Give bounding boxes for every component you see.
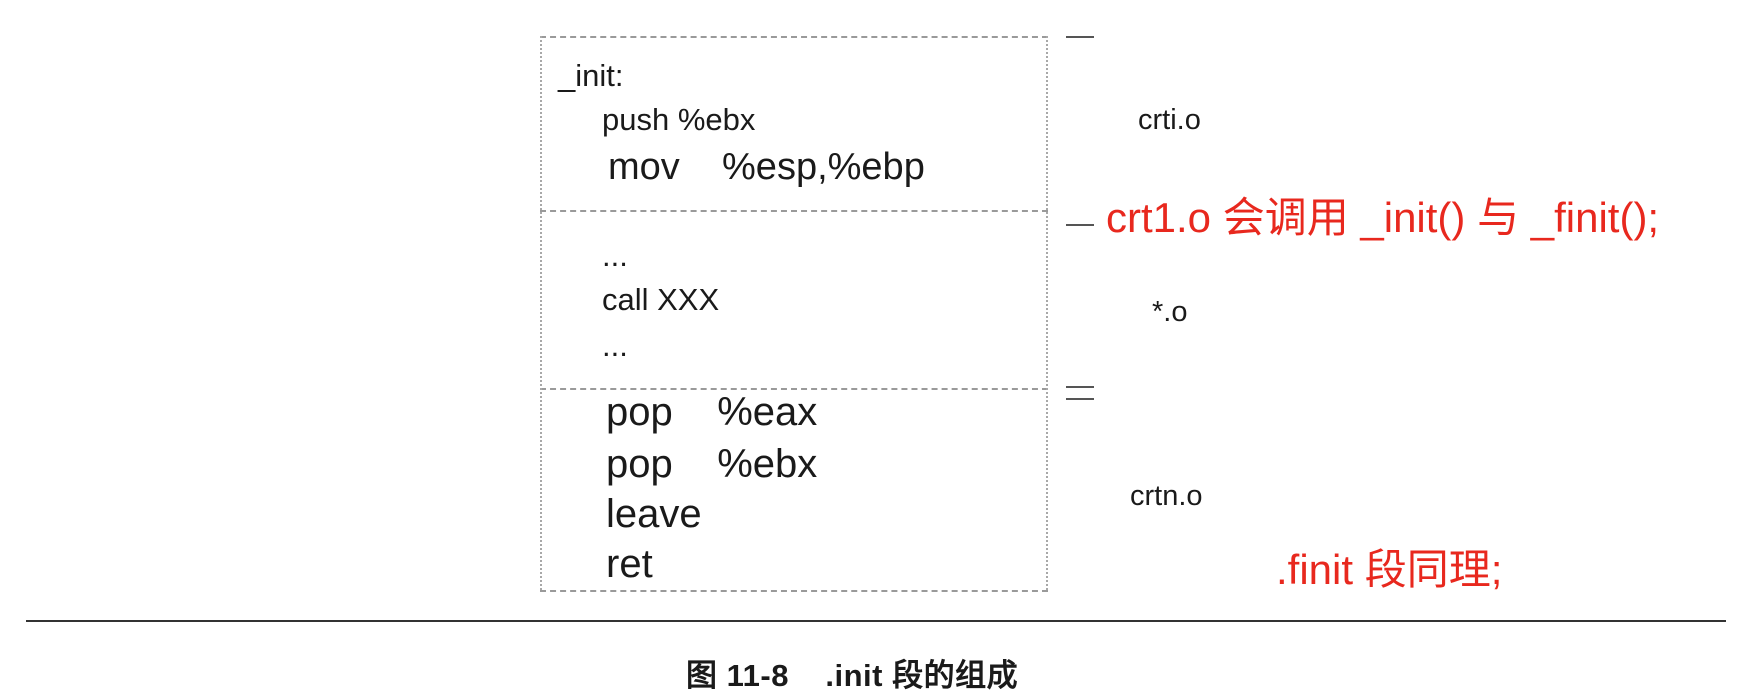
figure-caption: 图 11-8 .init 段的组成 bbox=[686, 658, 1019, 693]
code-line-ret: ret bbox=[606, 542, 653, 586]
code-line-push-ebx: push %ebx bbox=[602, 102, 756, 137]
frame-top-border bbox=[540, 36, 1048, 38]
object-label-star-o: *.o bbox=[1152, 296, 1188, 328]
frame-left-border bbox=[540, 36, 542, 590]
code-line-call-xxx: call XXX bbox=[602, 282, 720, 317]
frame-bottom-border bbox=[540, 590, 1048, 592]
caption-rule bbox=[26, 620, 1726, 622]
code-line-pop-eax: pop %eax bbox=[606, 390, 818, 434]
boundary-tick-1 bbox=[1066, 36, 1094, 38]
object-label-crti: crti.o bbox=[1138, 104, 1201, 136]
code-line-ellipsis-top: ... bbox=[602, 238, 628, 273]
frame-divider-1 bbox=[540, 210, 1048, 212]
boundary-tick-3b bbox=[1066, 398, 1094, 400]
boundary-tick-2 bbox=[1066, 224, 1094, 226]
code-line-leave: leave bbox=[606, 492, 702, 536]
code-line-mov: mov %esp,%ebp bbox=[608, 146, 925, 188]
code-line-pop-ebx: pop %ebx bbox=[606, 442, 818, 486]
annotation-finit-same: .finit 段同理; bbox=[1276, 546, 1503, 593]
code-line-init-label: _init: bbox=[558, 58, 624, 93]
frame-right-border bbox=[1046, 36, 1048, 590]
code-line-ellipsis-bottom: ... bbox=[602, 328, 628, 363]
annotation-crt1-calls-init-finit: crt1.o 会调用 _init() 与 _finit(); bbox=[1106, 194, 1660, 241]
boundary-tick-3a bbox=[1066, 386, 1094, 388]
object-label-crtn: crtn.o bbox=[1130, 480, 1203, 512]
